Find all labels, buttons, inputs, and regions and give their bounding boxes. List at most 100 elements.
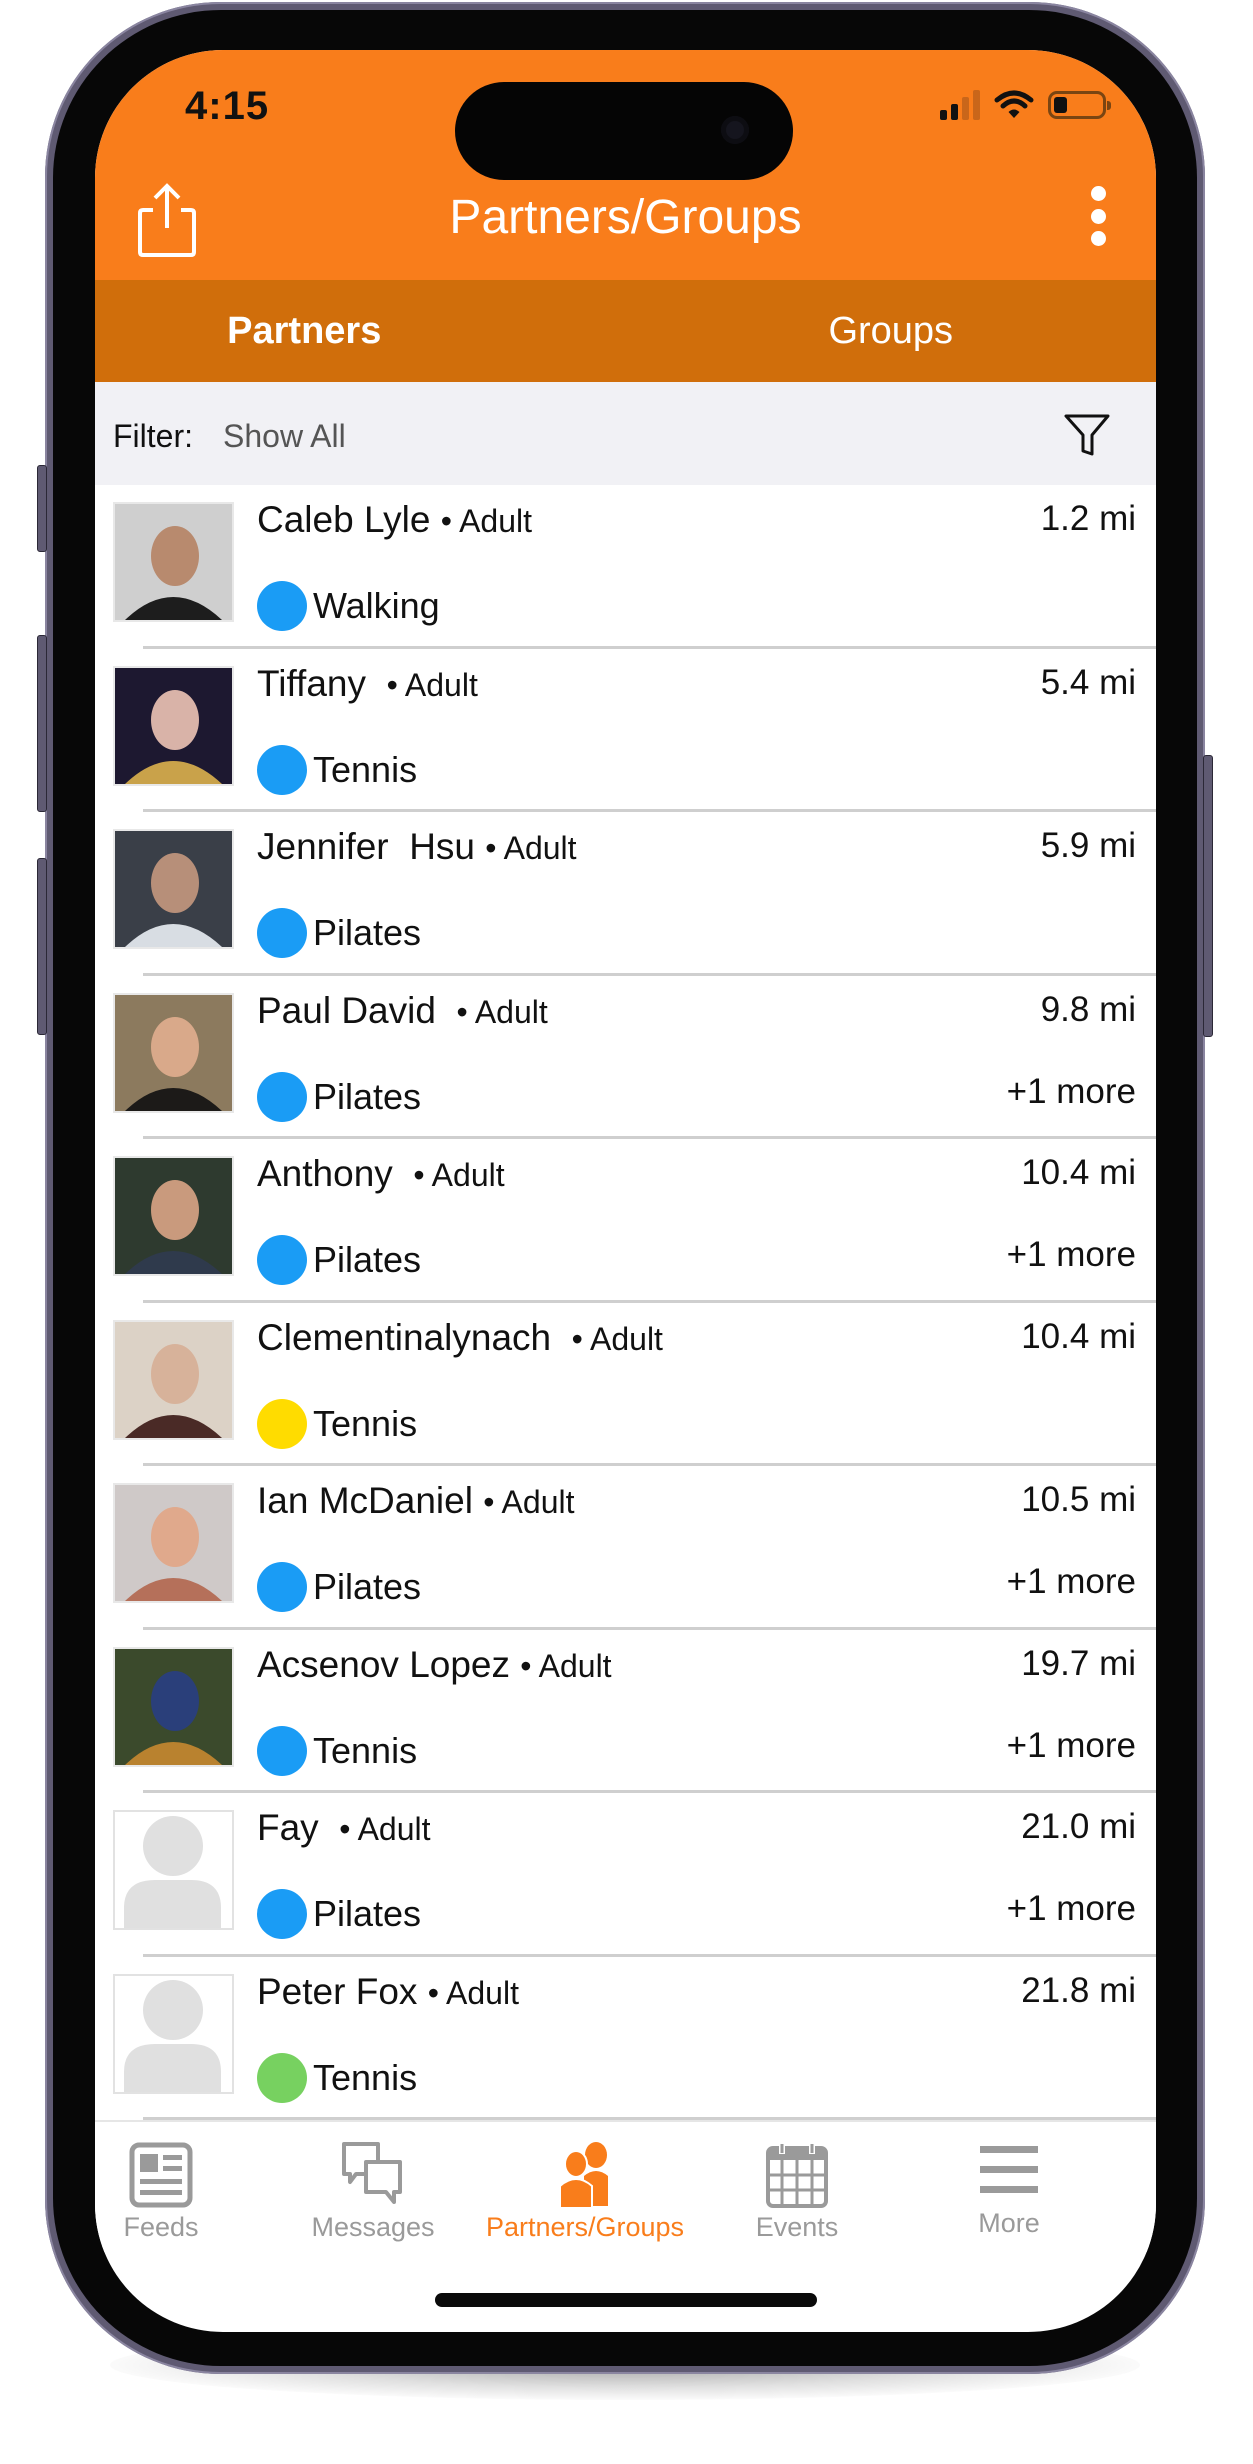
tab-label: Feeds	[123, 2212, 199, 2242]
partner-row[interactable]: Fay • Adult 21.0 mi Pilates +1 more	[95, 1793, 1156, 1957]
partner-activity: Walking	[257, 581, 440, 631]
partner-activity: Tennis	[257, 744, 418, 795]
partner-name-text: Clementinalynach	[257, 1316, 562, 1358]
hamburger-menu-icon	[980, 2146, 1038, 2193]
avatar-placeholder-icon[interactable]	[113, 1810, 234, 1930]
activity-level-dot-icon	[257, 2052, 307, 2103]
partner-activity: Pilates	[257, 1562, 421, 1612]
activity-label: Tennis	[313, 748, 418, 790]
more-options-button[interactable]	[1090, 186, 1106, 246]
page-title: Partners/Groups	[449, 191, 802, 244]
activity-level-dot-icon	[257, 1235, 307, 1285]
activity-label: Tennis	[313, 2056, 418, 2098]
action-button	[37, 465, 47, 552]
filter-value[interactable]: Show All	[223, 418, 346, 455]
age-group-tag: • Adult	[440, 503, 533, 539]
chat-bubbles-icon	[342, 2142, 402, 2204]
filter-bar[interactable]: Filter: Show All	[95, 382, 1156, 485]
filter-label: Filter:	[113, 418, 193, 454]
avatar-photo[interactable]	[113, 1646, 234, 1767]
activity-level-dot-icon	[257, 744, 307, 795]
partner-name: Peter Fox • Adult	[257, 1971, 519, 2013]
partner-name-text: Fay	[257, 1807, 329, 1848]
people-icon	[559, 2142, 608, 2209]
partner-name-text: Peter Fox	[257, 1970, 418, 2012]
activity-level-dot-icon	[257, 1562, 307, 1612]
tab-label: More	[978, 2208, 1040, 2238]
tab-more[interactable]: More	[903, 2122, 1115, 2252]
partner-name-text: Jennifer Hsu	[257, 826, 475, 867]
partner-row[interactable]: Jennifer Hsu • Adult 5.9 mi Pilates	[95, 812, 1156, 976]
newspaper-icon	[129, 2142, 193, 2208]
tab-groups[interactable]: Groups	[626, 280, 1157, 382]
age-group-tag: • Adult	[456, 993, 548, 1030]
avatar-photo[interactable]	[113, 502, 234, 622]
partner-row[interactable]: Caleb Lyle • Adult 1.2 mi Walking	[95, 485, 1156, 649]
partner-activity: Pilates	[257, 908, 421, 958]
activity-level-dot-icon	[257, 581, 307, 631]
partner-row[interactable]: Acsenov Lopez • Adult 19.7 mi Tennis +1 mor…	[95, 1630, 1156, 1793]
tab-events[interactable]: Events	[691, 2122, 903, 2252]
partner-row[interactable]: Clementinalynach • Adult 10.4 mi Tennis	[95, 1303, 1156, 1466]
status-icons	[940, 90, 1111, 120]
camera-icon	[721, 116, 749, 144]
partner-list: Caleb Lyle • Adult 1.2 mi Walking Tiffany •…	[95, 485, 1156, 2120]
partner-name: Tiffany • Adult	[257, 663, 478, 705]
partner-activity: Tennis	[257, 1725, 418, 1776]
activity-level-dot-icon	[257, 1398, 307, 1449]
partner-name-text: Acsenov Lopez	[257, 1643, 511, 1685]
avatar-photo[interactable]	[113, 1156, 234, 1276]
age-group-tag: • Adult	[339, 1811, 431, 1847]
partner-activity: Tennis	[257, 1398, 418, 1449]
avatar-photo[interactable]	[113, 992, 234, 1113]
segment-control: Partners Groups	[95, 280, 1156, 382]
activity-label: Pilates	[313, 1566, 422, 1607]
activity-label: Pilates	[313, 1893, 422, 1934]
partner-name-text: Tiffany	[257, 662, 377, 704]
partner-name-text: Caleb Lyle	[257, 499, 431, 540]
status-time: 4:15	[185, 84, 270, 128]
avatar-photo[interactable]	[113, 665, 234, 786]
activity-label: Pilates	[313, 1075, 422, 1117]
age-group-tag: • Adult	[483, 1484, 575, 1520]
home-indicator[interactable]	[435, 2293, 817, 2307]
activity-level-dot-icon	[257, 1889, 307, 1939]
partner-name: Ian McDaniel • Adult	[257, 1480, 574, 1522]
more-activities-count: +1 more	[1006, 1889, 1136, 1928]
activity-level-dot-icon	[257, 908, 307, 958]
partner-distance: 5.4 mi	[1040, 662, 1136, 702]
avatar-photo[interactable]	[113, 829, 234, 949]
partner-name: Fay • Adult	[257, 1807, 431, 1849]
avatar-photo[interactable]	[113, 1319, 234, 1440]
partner-distance: 1.2 mi	[1040, 499, 1136, 538]
tab-partners[interactable]: Partners	[95, 280, 570, 382]
tab-label: Events	[755, 2212, 839, 2242]
partner-row[interactable]: Peter Fox • Adult 21.8 mi Tennis	[95, 1957, 1156, 2120]
more-activities-count: +1 more	[1006, 1562, 1136, 1601]
partner-name-text: Paul David	[257, 989, 447, 1031]
partner-row[interactable]: Anthony • Adult 10.4 mi Pilates +1 more	[95, 1139, 1156, 1303]
partner-distance: 9.8 mi	[1040, 989, 1136, 1029]
partner-row[interactable]: Ian McDaniel • Adult 10.5 mi Pilates +1 mor…	[95, 1466, 1156, 1630]
age-group-tag: • Adult	[413, 1157, 505, 1193]
partner-distance: 10.4 mi	[1021, 1153, 1136, 1192]
partner-distance: 19.7 mi	[1021, 1643, 1136, 1683]
tab-label: Messages	[311, 2212, 435, 2242]
partner-activity: Tennis	[257, 2052, 418, 2103]
age-group-tag: • Adult	[386, 666, 478, 703]
filter-icon[interactable]	[1062, 410, 1112, 460]
bottom-tab-bar: Feeds Messages Partners/Groups Events Mo…	[95, 2120, 1156, 2252]
activity-label: Tennis	[313, 1402, 418, 1444]
partner-row[interactable]: Paul David • Adult 9.8 mi Pilates +1 more	[95, 976, 1156, 1139]
avatar-placeholder-icon[interactable]	[113, 1973, 234, 2094]
more-activities-count: +1 more	[1006, 1235, 1136, 1274]
tab-messages[interactable]: Messages	[267, 2122, 479, 2252]
partner-activity: Pilates	[257, 1889, 421, 1939]
activity-label: Tennis	[313, 1729, 418, 1771]
tab-partners-groups[interactable]: Partners/Groups	[479, 2122, 691, 2252]
partner-name: Caleb Lyle • Adult	[257, 499, 532, 541]
partner-name: Anthony • Adult	[257, 1153, 505, 1195]
tab-feeds[interactable]: Feeds	[95, 2122, 267, 2252]
partner-row[interactable]: Tiffany • Adult 5.4 mi Tennis	[95, 649, 1156, 812]
avatar-photo[interactable]	[113, 1483, 234, 1603]
